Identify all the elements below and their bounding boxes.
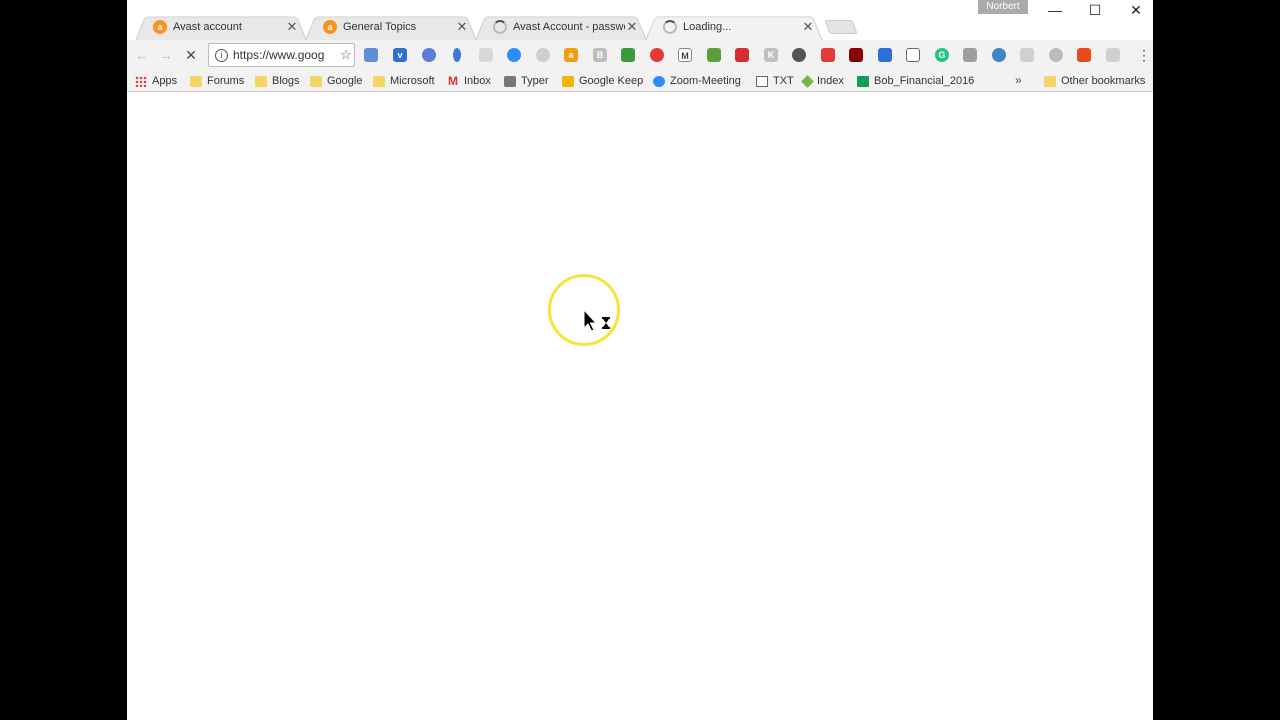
- bookmark-apps[interactable]: Apps: [135, 73, 177, 89]
- bookmark-inbox[interactable]: M Inbox: [447, 73, 491, 89]
- bookmark-google-keep[interactable]: Google Keep: [562, 73, 643, 89]
- tab-avast-account-password[interactable]: Avast Account - passwo ✕: [475, 13, 647, 41]
- toolbar: ← → ✕ i https://www.goog ☆ v a B M K G ⋮: [127, 40, 1153, 70]
- browser-window: a Avast account ✕ a General Topics ✕ Ava…: [127, 0, 1153, 720]
- bell-extension-icon[interactable]: [479, 48, 493, 62]
- chevron-more-icon[interactable]: »: [1015, 73, 1022, 87]
- close-icon[interactable]: ✕: [455, 20, 469, 34]
- avast-icon: a: [323, 20, 337, 34]
- bookmark-forums[interactable]: Forums: [190, 73, 244, 89]
- cast-icon[interactable]: [906, 48, 920, 62]
- puzzle-extension-icon[interactable]: [963, 48, 977, 62]
- minimize-icon[interactable]: —: [1035, 0, 1075, 20]
- chart-extension-icon[interactable]: [878, 48, 892, 62]
- document-icon: [756, 75, 768, 87]
- bookmark-other-bookmarks[interactable]: Other bookmarks: [1044, 73, 1145, 89]
- k-extension-icon[interactable]: K: [764, 48, 778, 62]
- gmail-extension-icon[interactable]: M: [678, 48, 692, 62]
- bookmark-txt[interactable]: TXT: [756, 73, 794, 89]
- office-extension-icon[interactable]: [1077, 48, 1091, 62]
- folder-icon: [255, 75, 267, 87]
- profile-button[interactable]: Norbert: [978, 0, 1028, 14]
- bookmark-index[interactable]: Index: [801, 73, 844, 89]
- lastpass-extension-icon[interactable]: [821, 48, 835, 62]
- bookmark-blogs[interactable]: Blogs: [255, 73, 300, 89]
- loading-spinner-icon: [663, 20, 677, 34]
- zoom-extension-icon[interactable]: [507, 48, 521, 62]
- tab-strip: a Avast account ✕ a General Topics ✕ Ava…: [127, 0, 1156, 41]
- bookmark-google[interactable]: Google: [310, 73, 362, 89]
- page-content[interactable]: [127, 93, 1153, 720]
- bookmark-star-icon[interactable]: ☆: [338, 47, 354, 63]
- new-tab-button[interactable]: [824, 20, 858, 34]
- evernote-extension-icon[interactable]: [707, 48, 721, 62]
- amazon-extension-icon[interactable]: a: [564, 48, 578, 62]
- sync-extension-icon[interactable]: [422, 48, 436, 62]
- microphone-extension-icon[interactable]: [453, 48, 461, 62]
- close-icon[interactable]: ✕: [285, 20, 299, 34]
- loading-spinner-icon: [493, 20, 507, 34]
- gmail-icon: M: [448, 73, 458, 88]
- lock-extension-icon[interactable]: [621, 48, 635, 62]
- back-button[interactable]: ←: [133, 46, 151, 64]
- google-keep-icon: [562, 75, 574, 87]
- bookmark-microsoft[interactable]: Microsoft: [373, 73, 435, 89]
- bookmark-typer[interactable]: Typer: [504, 73, 549, 89]
- eye-extension-icon[interactable]: [792, 48, 806, 62]
- folder-icon: [373, 75, 385, 87]
- avast-icon: a: [153, 20, 167, 34]
- folder-icon: [1044, 75, 1056, 87]
- info-icon[interactable]: i: [215, 48, 228, 62]
- typewriter-icon: [504, 75, 516, 87]
- grammarly-extension-icon[interactable]: G: [935, 48, 949, 62]
- tab-loading[interactable]: Loading... ✕: [645, 13, 823, 41]
- folder-icon: [190, 75, 202, 87]
- bookmarks-bar: Apps Forums Blogs Google Microsoft M Inb…: [127, 70, 1153, 92]
- kebab-menu-icon[interactable]: ⋮: [1137, 46, 1151, 64]
- bookmark-zoom-meeting[interactable]: Zoom-Meeting: [653, 73, 741, 89]
- address-bar[interactable]: i https://www.goog ☆: [208, 43, 355, 67]
- vimeo-extension-icon[interactable]: v: [393, 48, 407, 62]
- forward-button[interactable]: →: [157, 46, 175, 64]
- close-icon[interactable]: ✕: [625, 20, 639, 34]
- close-icon[interactable]: ✕: [801, 20, 815, 34]
- red-square-extension-icon[interactable]: [735, 48, 749, 62]
- diamond-icon: [801, 74, 814, 88]
- grey-extension-icon[interactable]: [1020, 48, 1034, 62]
- camera-extension-icon[interactable]: [1106, 48, 1120, 62]
- window-close-icon[interactable]: ✕: [1116, 0, 1156, 20]
- stop-loading-button[interactable]: ✕: [182, 46, 200, 64]
- apps-grid-icon: [135, 75, 147, 87]
- bookmark-bob-financial[interactable]: Bob_Financial_2016: [857, 73, 974, 89]
- compass-extension-icon[interactable]: [1049, 48, 1063, 62]
- zoom-icon: [653, 75, 665, 87]
- busy-cursor-icon: [583, 309, 610, 332]
- ublock-extension-icon[interactable]: [849, 48, 863, 62]
- spreadsheet-icon: [857, 75, 869, 87]
- at-extension-icon[interactable]: [536, 48, 550, 62]
- phone-extension-icon[interactable]: [992, 48, 1006, 62]
- b-extension-icon[interactable]: B: [593, 48, 607, 62]
- url-text[interactable]: https://www.goog: [233, 48, 338, 62]
- maximize-icon[interactable]: ☐: [1075, 0, 1115, 20]
- red-circle-extension-icon[interactable]: [650, 48, 664, 62]
- tab-general-topics[interactable]: a General Topics ✕: [305, 13, 477, 41]
- tab-avast-account[interactable]: a Avast account ✕: [135, 13, 307, 41]
- translate-extension-icon[interactable]: [364, 48, 378, 62]
- folder-icon: [310, 75, 322, 87]
